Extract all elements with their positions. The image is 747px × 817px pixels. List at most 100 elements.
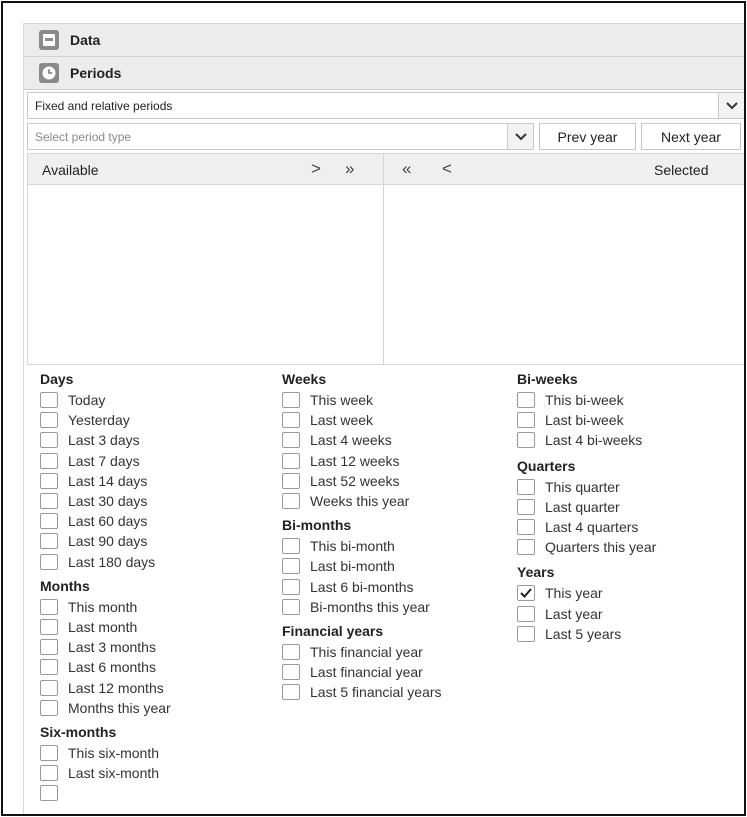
selected-periods-list[interactable] [384, 185, 744, 364]
lists-divider [383, 154, 384, 184]
checkbox[interactable] [517, 392, 535, 409]
period-checkbox-item[interactable]: Last 6 months [40, 657, 171, 677]
checkbox[interactable] [40, 452, 58, 469]
checkbox[interactable] [282, 493, 300, 510]
period-mode-select[interactable]: Fixed and relative periods [27, 92, 744, 119]
checkbox[interactable] [282, 578, 300, 595]
checkbox[interactable] [517, 478, 535, 495]
periods-section-header[interactable]: Periods [24, 57, 744, 90]
period-checkbox-item[interactable]: Last 52 weeks [282, 471, 442, 491]
checkbox[interactable] [282, 558, 300, 575]
checkbox[interactable] [517, 498, 535, 515]
checkbox[interactable] [282, 472, 300, 489]
period-checkbox-item[interactable]: Last 180 days [40, 552, 171, 572]
checkbox[interactable] [40, 392, 58, 409]
checkbox[interactable] [40, 699, 58, 716]
available-periods-list[interactable] [28, 185, 383, 364]
checkbox[interactable] [517, 605, 535, 622]
prev-year-button[interactable]: Prev year [539, 123, 636, 150]
move-left-icon[interactable]: < [442, 159, 452, 179]
checkbox[interactable] [282, 412, 300, 429]
checkbox[interactable] [40, 553, 58, 570]
checkbox[interactable] [40, 744, 58, 761]
checkbox[interactable] [282, 643, 300, 660]
period-checkbox-item[interactable]: This month [40, 597, 171, 617]
checkbox[interactable] [282, 392, 300, 409]
period-checkbox-item[interactable]: This financial year [282, 642, 442, 662]
period-checkbox-item[interactable]: Yesterday [40, 410, 171, 430]
checkbox[interactable] [282, 598, 300, 615]
period-checkbox-item[interactable]: Last 90 days [40, 531, 171, 551]
period-checkbox-item[interactable]: Last year [517, 604, 656, 624]
period-checkbox-item[interactable]: Bi-months this year [282, 597, 442, 617]
period-checkbox-item[interactable]: Last 3 days [40, 430, 171, 450]
period-checkbox-item[interactable]: Last bi-week [517, 410, 656, 430]
checkbox[interactable] [517, 412, 535, 429]
period-checkbox-item[interactable]: Last 30 days [40, 491, 171, 511]
checkbox[interactable] [40, 598, 58, 615]
group-label-six-months: Six-months [40, 723, 117, 740]
period-checkbox-item[interactable]: Today [40, 390, 171, 410]
checkbox[interactable] [40, 513, 58, 530]
period-checkbox-item[interactable]: Quarters this year [517, 537, 656, 557]
checkbox[interactable] [40, 412, 58, 429]
period-checkbox-item[interactable]: Last 4 weeks [282, 430, 442, 450]
checkbox[interactable] [517, 585, 535, 602]
next-year-button[interactable]: Next year [641, 123, 741, 150]
period-checkbox-item[interactable]: Last 5 years [517, 624, 656, 644]
period-checkbox-item[interactable]: Last bi-month [282, 556, 442, 576]
period-checkbox-item[interactable]: Last week [282, 410, 442, 430]
period-checkbox-item[interactable]: This week [282, 390, 442, 410]
checkbox[interactable] [40, 618, 58, 635]
period-checkbox-item[interactable]: Last six-month [40, 763, 171, 783]
checkbox[interactable] [40, 432, 58, 449]
checkbox[interactable] [282, 538, 300, 555]
checkbox[interactable] [40, 659, 58, 676]
chevron-down-icon[interactable] [507, 124, 533, 149]
checkbox[interactable] [282, 664, 300, 681]
period-checkbox-item[interactable]: Months this year [40, 698, 171, 718]
checkbox-label: Months this year [68, 699, 171, 716]
checkbox[interactable] [282, 432, 300, 449]
checkbox[interactable] [40, 765, 58, 782]
period-checkbox-item[interactable]: Last month [40, 617, 171, 637]
checkbox[interactable] [517, 539, 535, 556]
move-all-right-icon[interactable]: » [345, 159, 354, 179]
period-checkbox-item[interactable]: Last 7 days [40, 451, 171, 471]
chevron-down-icon[interactable] [718, 93, 744, 118]
period-checkbox-item[interactable]: Last 6 bi-months [282, 577, 442, 597]
checkbox[interactable] [517, 519, 535, 536]
period-checkbox-item[interactable]: Last 4 quarters [517, 517, 656, 537]
data-section-header[interactable]: Data [24, 24, 744, 57]
period-checkbox-item[interactable]: Last 14 days [40, 471, 171, 491]
checkbox[interactable] [40, 785, 58, 802]
period-checkbox-item[interactable]: This quarter [517, 477, 656, 497]
checkbox[interactable] [40, 493, 58, 510]
period-checkbox-item[interactable]: Last 4 bi-weeks [517, 430, 656, 450]
period-checkbox-item[interactable]: Last quarter [517, 497, 656, 517]
checkbox[interactable] [40, 472, 58, 489]
period-checkbox-item[interactable]: Last 12 months [40, 677, 171, 697]
checkbox[interactable] [517, 625, 535, 642]
move-right-icon[interactable]: > [311, 159, 321, 179]
period-checkbox-item[interactable]: This six-month [40, 743, 171, 763]
period-checkbox-item[interactable]: This bi-week [517, 390, 656, 410]
checkbox[interactable] [40, 533, 58, 550]
period-checkbox-item[interactable]: Last financial year [282, 662, 442, 682]
checkbox[interactable] [40, 639, 58, 656]
checkbox[interactable] [517, 432, 535, 449]
checkbox[interactable] [282, 684, 300, 701]
checkbox[interactable] [282, 452, 300, 469]
move-all-left-icon[interactable]: « [402, 159, 411, 179]
period-checkbox-item[interactable]: Last 5 financial years [282, 682, 442, 702]
period-type-select[interactable]: Select period type [27, 123, 534, 150]
period-checkbox-item[interactable]: This year [517, 583, 656, 603]
period-checkbox-item-cut-off[interactable] [40, 783, 171, 803]
period-checkbox-item[interactable]: Last 3 months [40, 637, 171, 657]
checkbox-label: This financial year [310, 643, 423, 660]
period-checkbox-item[interactable]: This bi-month [282, 536, 442, 556]
period-checkbox-item[interactable]: Weeks this year [282, 491, 442, 511]
checkbox[interactable] [40, 679, 58, 696]
period-checkbox-item[interactable]: Last 60 days [40, 511, 171, 531]
period-checkbox-item[interactable]: Last 12 weeks [282, 451, 442, 471]
